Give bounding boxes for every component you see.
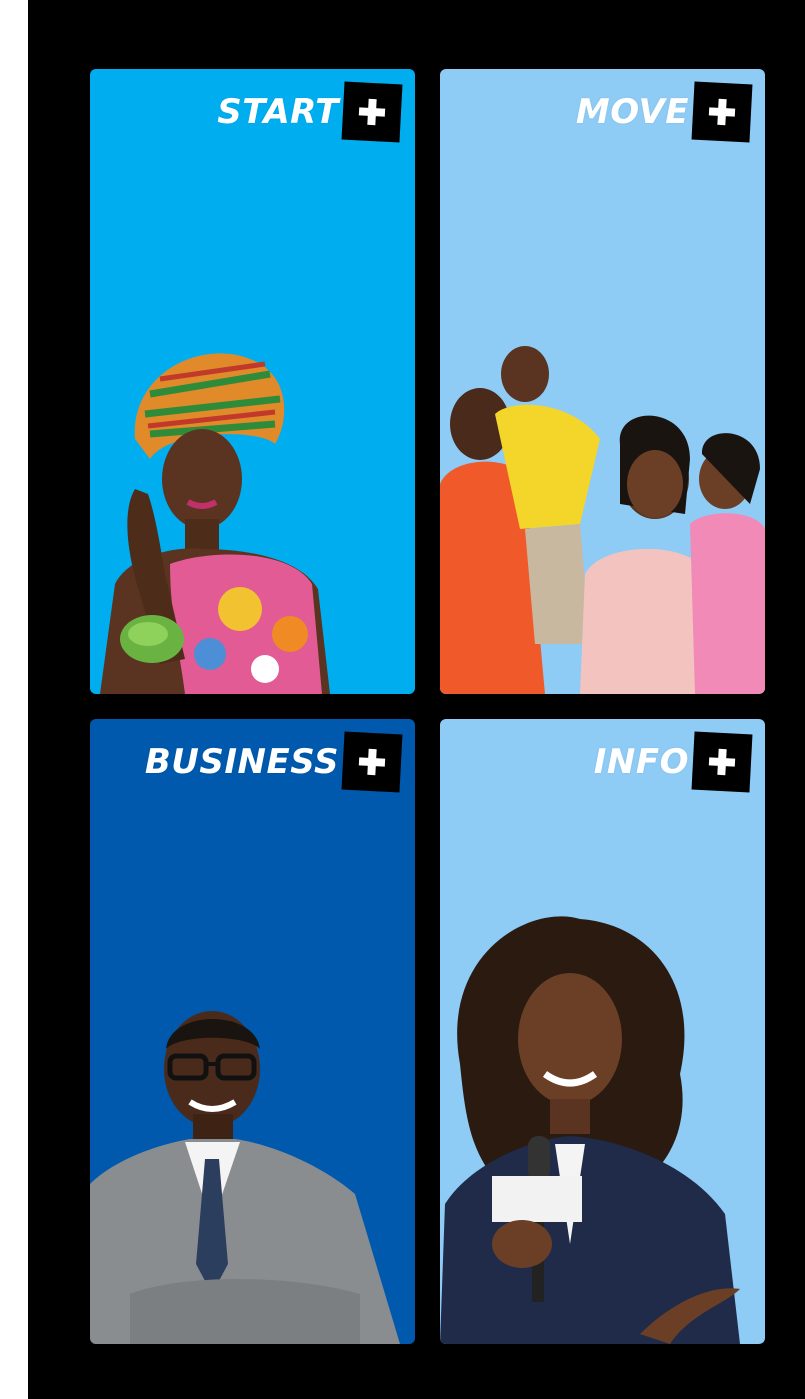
info-tile[interactable]: INFO [440, 719, 765, 1344]
businessman-photo [90, 1011, 400, 1344]
tile-label: MOVE [575, 92, 689, 132]
plus-icon [691, 81, 753, 143]
reporter-with-microphone-photo [440, 916, 740, 1344]
tile-label: BUSINESS [144, 742, 339, 782]
start-tile[interactable]: START [90, 69, 415, 694]
plus-icon [691, 731, 753, 793]
plus-icon [341, 81, 403, 143]
move-tile[interactable]: MOVE [440, 69, 765, 694]
tile-label: START [217, 92, 339, 132]
woman-in-headwrap-photo [100, 353, 330, 694]
info-heading: INFO [593, 731, 753, 793]
family-photo [440, 346, 765, 694]
start-heading: START [217, 81, 403, 143]
business-tile[interactable]: BUSINESS [90, 719, 415, 1344]
plus-icon [341, 731, 403, 793]
business-heading: BUSINESS [144, 731, 403, 793]
tile-label: INFO [593, 742, 689, 782]
move-heading: MOVE [575, 81, 753, 143]
